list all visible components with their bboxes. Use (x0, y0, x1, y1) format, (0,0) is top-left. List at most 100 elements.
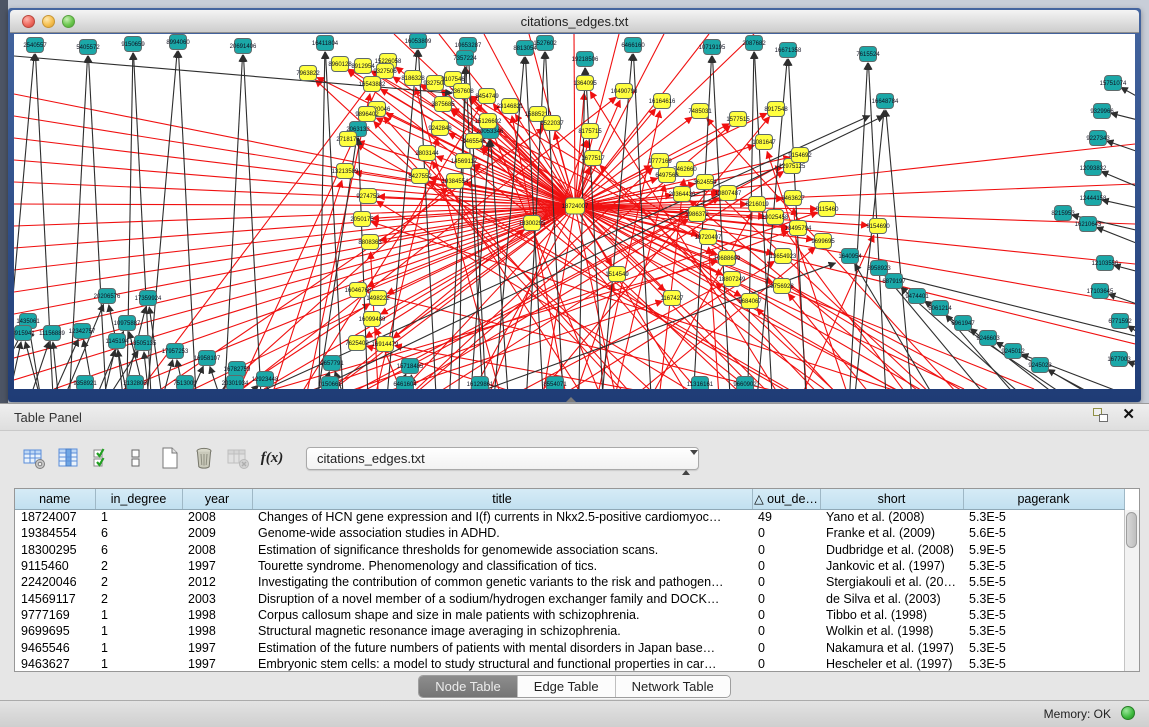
table-cell[interactable]: 1 (95, 607, 182, 623)
table-cell[interactable]: 1997 (182, 639, 252, 655)
table-row[interactable]: 1872400712008Changes of HCN gene express… (15, 509, 1124, 525)
table-cell[interactable]: 1 (95, 623, 182, 639)
table-cell[interactable]: 2009 (182, 525, 252, 541)
table-select-dropdown[interactable]: citations_edges.txt (306, 447, 699, 470)
table-cell[interactable]: 0 (752, 590, 820, 606)
table-cell[interactable]: 2 (95, 590, 182, 606)
function-builder-icon[interactable]: f(x) (258, 444, 286, 472)
table-cell[interactable]: Embryonic stem cells: a model to study s… (252, 656, 752, 672)
tab-network-table[interactable]: Network Table (616, 676, 730, 697)
table-cell[interactable]: Tibbo et al. (1998) (820, 607, 963, 623)
column-header-year[interactable]: year (182, 489, 252, 509)
table-cell[interactable]: 1998 (182, 607, 252, 623)
scrollbar-thumb[interactable] (1126, 512, 1137, 548)
float-panel-icon[interactable] (1093, 408, 1108, 422)
table-cell[interactable]: Investigating the contribution of common… (252, 574, 752, 590)
table-cell[interactable]: Wolkin et al. (1998) (820, 623, 963, 639)
table-cell[interactable]: 0 (752, 656, 820, 672)
table-cell[interactable]: 0 (752, 607, 820, 623)
column-header-out_de[interactable]: △ out_de… (752, 489, 820, 509)
table-cell[interactable]: 0 (752, 574, 820, 590)
table-cell[interactable]: 5.3E-5 (963, 590, 1124, 606)
table-cell[interactable]: 2003 (182, 590, 252, 606)
table-cell[interactable]: 18724007 (15, 509, 95, 525)
table-cell[interactable]: 1997 (182, 558, 252, 574)
table-cell[interactable]: Jankovic et al. (1997) (820, 558, 963, 574)
table-row[interactable]: 1938455462009Genome-wide association stu… (15, 525, 1124, 541)
table-cell[interactable]: 1998 (182, 623, 252, 639)
tab-edge-table[interactable]: Edge Table (518, 676, 616, 697)
column-header-pagerank[interactable]: pagerank (963, 489, 1124, 509)
table-cell[interactable]: Dudbridge et al. (2008) (820, 542, 963, 558)
table-cell[interactable]: 22420046 (15, 574, 95, 590)
table-cell[interactable]: 2 (95, 574, 182, 590)
column-header-title[interactable]: title (252, 489, 752, 509)
new-table-icon[interactable] (156, 444, 184, 472)
column-header-short[interactable]: short (820, 489, 963, 509)
delete-table-icon[interactable] (190, 444, 218, 472)
table-cell[interactable]: Franke et al. (2009) (820, 525, 963, 541)
table-cell[interactable]: Nakamura et al. (1997) (820, 639, 963, 655)
table-cell[interactable]: 0 (752, 623, 820, 639)
table-row[interactable]: 946362711997Embryonic stem cells: a mode… (15, 656, 1124, 672)
table-cell[interactable]: Hescheler et al. (1997) (820, 656, 963, 672)
table-cell[interactable]: 6 (95, 542, 182, 558)
table-cell[interactable]: 2008 (182, 509, 252, 525)
table-cell[interactable]: 5.3E-5 (963, 607, 1124, 623)
memory-status-indicator[interactable] (1121, 706, 1135, 720)
table-cell[interactable]: 5.6E-5 (963, 525, 1124, 541)
table-cell[interactable]: Genome-wide association studies in ADHD. (252, 525, 752, 541)
minimize-window-button[interactable] (42, 15, 55, 28)
table-cell[interactable]: Disruption of a novel member of a sodium… (252, 590, 752, 606)
table-row[interactable]: 911546021997Tourette syndrome. Phenomeno… (15, 558, 1124, 574)
table-cell[interactable]: 14569117 (15, 590, 95, 606)
table-cell[interactable]: 9777169 (15, 607, 95, 623)
table-cell[interactable]: 1 (95, 656, 182, 672)
table-cell[interactable]: 0 (752, 639, 820, 655)
table-cell[interactable]: 49 (752, 509, 820, 525)
table-cell[interactable]: 5.3E-5 (963, 656, 1124, 672)
column-visibility-icon[interactable] (54, 444, 82, 472)
table-cell[interactable]: Structural magnetic resonance image aver… (252, 623, 752, 639)
table-cell[interactable]: Corpus callosum shape and size in male p… (252, 607, 752, 623)
table-cell[interactable]: 5.3E-5 (963, 558, 1124, 574)
table-cell[interactable]: 5.3E-5 (963, 639, 1124, 655)
table-cell[interactable]: 5.3E-5 (963, 509, 1124, 525)
row-select-icon[interactable] (88, 444, 116, 472)
network-canvas[interactable]: 2540557540557291506598994060206914061641… (14, 34, 1135, 389)
table-cell[interactable]: Stergiakouli et al. (2012) (820, 574, 963, 590)
table-cell[interactable]: Yano et al. (2008) (820, 509, 963, 525)
table-cell[interactable]: Estimation of the future numbers of pati… (252, 639, 752, 655)
table-row[interactable]: 969969511998Structural magnetic resonanc… (15, 623, 1124, 639)
table-cell[interactable]: 5.3E-5 (963, 623, 1124, 639)
split-divider-handle[interactable] (566, 397, 576, 402)
close-window-button[interactable] (22, 15, 35, 28)
citation-network-graph[interactable]: 2540557540557291506598994060206914061641… (14, 34, 1135, 389)
column-header-name[interactable]: name (15, 489, 95, 509)
table-cell[interactable]: 9699695 (15, 623, 95, 639)
table-cell[interactable]: 5.9E-5 (963, 542, 1124, 558)
zoom-window-button[interactable] (62, 15, 75, 28)
table-cell[interactable]: 0 (752, 558, 820, 574)
table-cell[interactable]: 2 (95, 558, 182, 574)
table-cell[interactable]: 19384554 (15, 525, 95, 541)
table-cell[interactable]: 0 (752, 525, 820, 541)
window-titlebar[interactable]: citations_edges.txt (10, 10, 1139, 33)
table-cell[interactable]: Changes of HCN gene expression and I(f) … (252, 509, 752, 525)
column-header-in_degree[interactable]: in_degree (95, 489, 182, 509)
table-cell[interactable]: 18300295 (15, 542, 95, 558)
table-cell[interactable]: 2012 (182, 574, 252, 590)
table-cell[interactable]: 1 (95, 509, 182, 525)
close-panel-icon[interactable]: ✕ (1122, 408, 1135, 422)
table-cell[interactable]: de Silva et al. (2003) (820, 590, 963, 606)
table-cell[interactable]: 1 (95, 639, 182, 655)
table-row[interactable]: 2242004622012Investigating the contribut… (15, 574, 1124, 590)
table-cell[interactable]: 9463627 (15, 656, 95, 672)
table-row[interactable]: 977716911998Corpus callosum shape and si… (15, 607, 1124, 623)
table-cell[interactable]: Estimation of significance thresholds fo… (252, 542, 752, 558)
tab-node-table[interactable]: Node Table (419, 676, 518, 697)
table-vertical-scrollbar[interactable] (1124, 510, 1139, 671)
table-cell[interactable]: 9465546 (15, 639, 95, 655)
table-cell[interactable]: 6 (95, 525, 182, 541)
table-row[interactable]: 946554611997Estimation of the future num… (15, 639, 1124, 655)
